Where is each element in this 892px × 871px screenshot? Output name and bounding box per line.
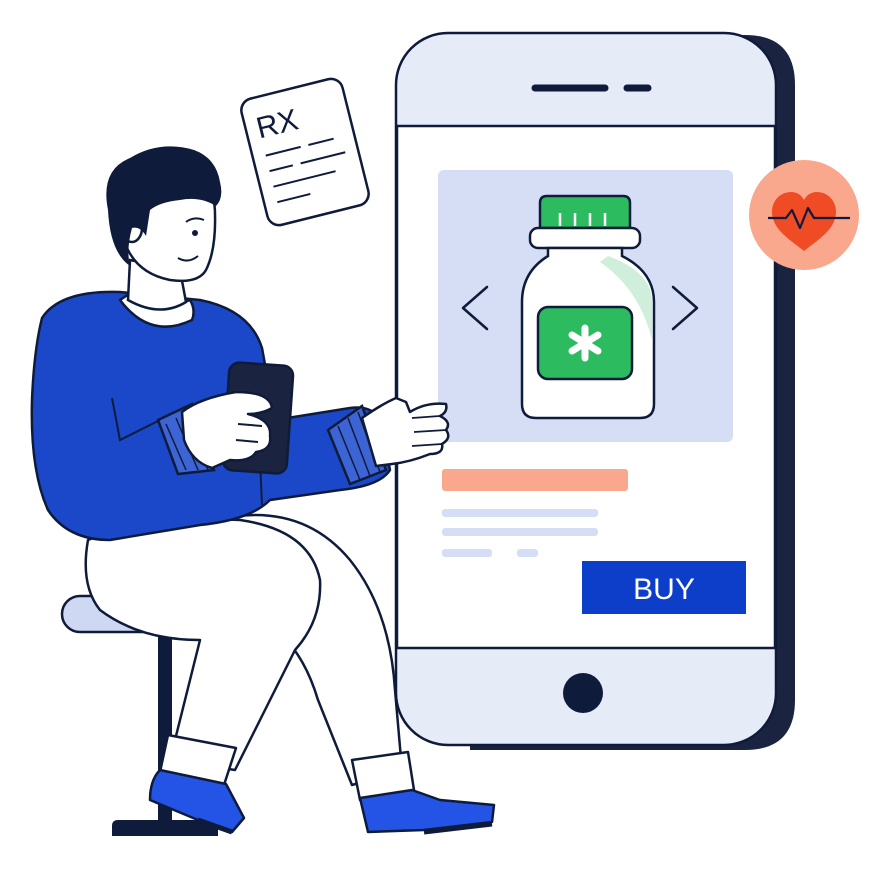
buy-button-label: BUY [633,573,695,606]
health-badge [749,160,859,270]
description-line [517,549,538,557]
product-title-bar [442,469,628,491]
buy-button[interactable]: BUY [582,561,746,614]
description-line [442,549,492,557]
trousers [84,513,416,802]
illustration: BUY RX [30,31,859,836]
medicine-bottle-icon [520,194,656,420]
prescription-note: RX [240,77,370,227]
home-button[interactable] [563,673,603,713]
description-line [442,509,598,517]
description-line [442,528,598,536]
